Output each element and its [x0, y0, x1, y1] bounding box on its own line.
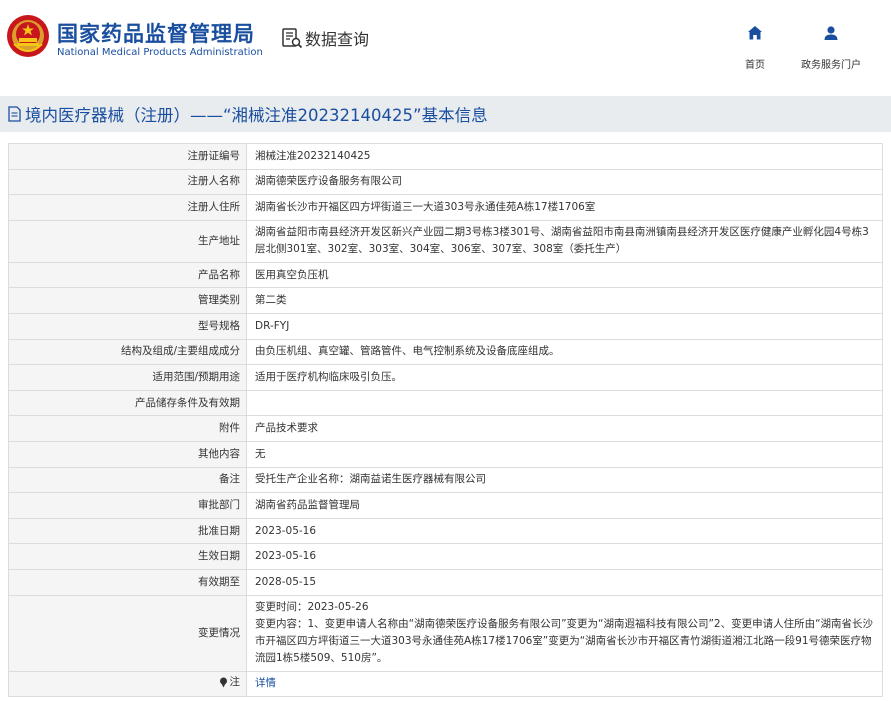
detail-table: 注册证编号 湘械注准20232140425 注册人名称 湖南德荣医疗设备服务有限… [8, 143, 883, 698]
row-label: 批准日期 [8, 517, 247, 545]
national-emblem-icon [7, 15, 49, 57]
row-value: 湖南省药品监督管理局 [246, 492, 883, 519]
row-label: 生产地址 [8, 219, 247, 263]
row-label: 注册证编号 [8, 143, 247, 170]
site-name-cn: 国家药品监督管理局 [57, 22, 255, 46]
change-time: 变更时间：2023-05-26 [255, 601, 369, 613]
row-label: 有效期至 [8, 568, 247, 596]
row-label: 注册人住所 [8, 194, 247, 221]
row-label: 注册人名称 [8, 168, 247, 196]
row-label: 生效日期 [8, 543, 247, 570]
table-row: 备注 受托生产企业名称：湖南益诺生医疗器械有限公司 [8, 466, 883, 494]
table-row: 有效期至 2028-05-15 [8, 568, 883, 596]
change-content: 变更内容：1、变更申请人名称由“湖南德荣医疗设备服务有限公司”变更为“湖南遐福科… [255, 618, 874, 664]
site-header: 国家药品监督管理局 National Medical Products Admi… [0, 0, 891, 96]
table-row: 其他内容 无 [8, 440, 883, 468]
row-value: 湖南省长沙市开福区四方坪街道三一大道303号永通佳苑A栋17楼1706室 [246, 194, 883, 221]
row-value: 由负压机组、真空罐、管路管件、电气控制系统及设备底座组成。 [246, 338, 883, 366]
table-row: 注册人名称 湖南德荣医疗设备服务有限公司 [8, 168, 883, 196]
row-value: DR-FYJ [246, 312, 883, 340]
row-label: 产品储存条件及有效期 [8, 389, 247, 417]
table-row-note: 注 详情 [8, 670, 883, 698]
table-row-change: 变更情况 变更时间：2023-05-26 变更内容：1、变更申请人名称由“湖南德… [8, 594, 883, 672]
details-link[interactable]: 详情 [255, 677, 276, 689]
row-label: 备注 [8, 466, 247, 494]
document-icon [8, 106, 21, 122]
table-row: 产品名称 医用真空负压机 [8, 261, 883, 289]
row-label: 适用范围/预期用途 [8, 364, 247, 391]
table-row: 生效日期 2023-05-16 [8, 543, 883, 570]
page-title: 境内医疗器械（注册）——“湘械注准20232140425”基本信息 [25, 106, 488, 125]
row-label: 附件 [8, 415, 247, 442]
row-value: 2023-05-16 [246, 543, 883, 570]
row-value: 医用真空负压机 [246, 261, 883, 289]
nav-home-label: 首页 [745, 60, 765, 71]
row-label: 产品名称 [8, 261, 247, 289]
row-value: 产品技术要求 [246, 415, 883, 442]
row-value: 适用于医疗机构临床吸引负压。 [246, 364, 883, 391]
row-value [246, 389, 883, 417]
note-label: 注 [219, 674, 241, 691]
row-label: 结构及组成/主要组成成分 [8, 338, 247, 366]
info-icon [219, 677, 227, 688]
nav-gov-service-portal[interactable]: 政务服务门户 [801, 24, 861, 71]
row-value: 湘械注准20232140425 [246, 143, 883, 170]
table-row: 结构及组成/主要组成成分 由负压机组、真空罐、管路管件、电气控制系统及设备底座组… [8, 338, 883, 366]
table-row: 注册人住所 湖南省长沙市开福区四方坪街道三一大道303号永通佳苑A栋17楼170… [8, 194, 883, 221]
nav-home[interactable]: 首页 [745, 24, 765, 71]
table-row: 管理类别 第二类 [8, 287, 883, 314]
table-row: 适用范围/预期用途 适用于医疗机构临床吸引负压。 [8, 364, 883, 391]
table-row: 型号规格 DR-FYJ [8, 312, 883, 340]
table-row: 批准日期 2023-05-16 [8, 517, 883, 545]
row-value: 受托生产企业名称：湖南益诺生医疗器械有限公司 [246, 466, 883, 494]
note-label-cell: 注 [8, 670, 247, 698]
row-label: 变更情况 [8, 594, 247, 672]
data-query-label: 数据查询 [305, 30, 370, 49]
table-row: 生产地址 湖南省益阳市南县经济开发区新兴产业园二期3号栋3楼301号、湖南省益阳… [8, 219, 883, 263]
row-value: 湖南省益阳市南县经济开发区新兴产业园二期3号栋3楼301号、湖南省益阳市南县南洲… [246, 219, 883, 263]
table-row: 审批部门 湖南省药品监督管理局 [8, 492, 883, 519]
row-label: 管理类别 [8, 287, 247, 314]
user-icon [824, 26, 838, 40]
row-label: 其他内容 [8, 440, 247, 468]
data-query-title: 数据查询 [281, 26, 369, 50]
row-value: 2023-05-16 [246, 517, 883, 545]
row-value: 2028-05-15 [246, 568, 883, 596]
site-name-en: National Medical Products Administration [57, 47, 263, 58]
table-row: 附件 产品技术要求 [8, 415, 883, 442]
row-value: 湖南德荣医疗设备服务有限公司 [246, 168, 883, 196]
row-value: 无 [246, 440, 883, 468]
document-search-icon [282, 28, 303, 49]
note-label-text: 注 [229, 675, 241, 688]
row-value: 第二类 [246, 287, 883, 314]
note-value: 详情 [246, 670, 883, 698]
nav-portal-label: 政务服务门户 [801, 60, 861, 71]
change-details: 变更时间：2023-05-26 变更内容：1、变更申请人名称由“湖南德荣医疗设备… [246, 594, 883, 672]
table-row: 产品储存条件及有效期 [8, 389, 883, 417]
row-label: 型号规格 [8, 312, 247, 340]
table-row: 注册证编号 湘械注准20232140425 [8, 143, 883, 170]
detail-title-bar: 境内医疗器械（注册）——“湘械注准20232140425”基本信息 [0, 96, 891, 132]
home-icon [748, 26, 762, 40]
row-label: 审批部门 [8, 492, 247, 519]
